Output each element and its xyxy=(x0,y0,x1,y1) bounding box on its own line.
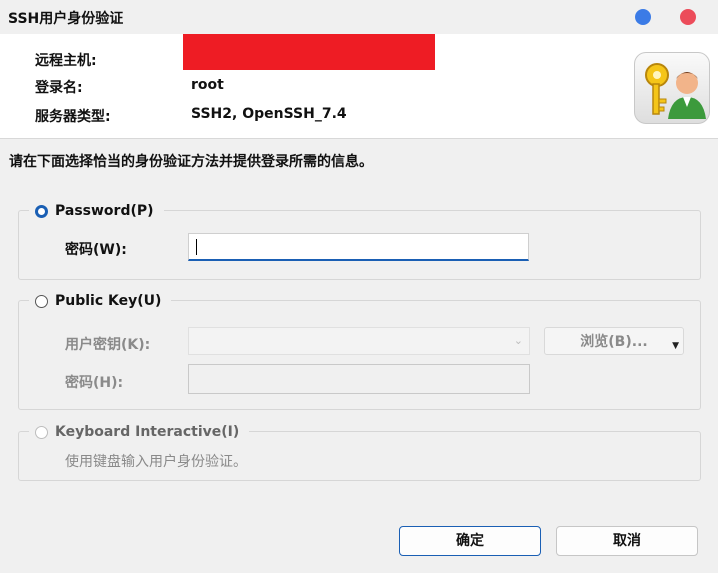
chevron-down-icon: ⌄ xyxy=(513,334,523,347)
browse-button-label: 浏览(B)... xyxy=(580,334,648,350)
password-field-label: 密码(W): xyxy=(65,242,127,258)
minimize-button[interactable] xyxy=(635,9,651,25)
publickey-radio[interactable]: Public Key(U) xyxy=(29,291,172,311)
window-title: SSH用户身份验证 xyxy=(8,11,124,27)
keyboard-interactive-radio[interactable]: Keyboard Interactive(I) xyxy=(29,422,250,442)
remote-host-label: 远程主机: xyxy=(35,53,97,69)
keyboard-interactive-description: 使用键盘输入用户身份验证。 xyxy=(65,454,247,470)
key-user-icon xyxy=(634,52,710,124)
password-radio-label: Password(P) xyxy=(55,203,154,219)
redacted-remote-host xyxy=(183,34,435,70)
radio-checked-icon[interactable] xyxy=(35,204,48,218)
keyboard-interactive-label: Keyboard Interactive(I) xyxy=(55,424,240,440)
radio-disabled-icon[interactable] xyxy=(35,425,48,439)
login-name-label: 登录名: xyxy=(35,80,83,96)
login-name-value: root xyxy=(191,77,224,93)
dropdown-arrow-icon: ▼ xyxy=(672,341,679,351)
publickey-radio-label: Public Key(U) xyxy=(55,293,162,309)
server-type-label: 服务器类型: xyxy=(35,109,111,125)
user-key-label: 用户密钥(K): xyxy=(65,337,151,353)
cancel-button-label: 取消 xyxy=(613,533,641,549)
connection-info-panel: 远程主机: 登录名: root 服务器类型: SSH2, OpenSSH_7.4 xyxy=(0,34,718,139)
ok-button[interactable]: 确定 xyxy=(399,526,541,556)
ssh-auth-dialog: SSH用户身份验证 远程主机: 登录名: root 服务器类型: SSH2, O… xyxy=(0,0,718,573)
user-key-select[interactable]: ⌄ xyxy=(188,327,530,355)
close-button[interactable] xyxy=(680,9,696,25)
server-type-value: SSH2, OpenSSH_7.4 xyxy=(191,106,347,122)
password-input[interactable] xyxy=(188,233,529,261)
passphrase-label: 密码(H): xyxy=(65,375,124,391)
password-radio[interactable]: Password(P) xyxy=(29,201,164,221)
browse-button[interactable]: 浏览(B)... ▼ xyxy=(544,327,684,355)
ok-button-label: 确定 xyxy=(456,533,484,549)
text-caret xyxy=(196,239,197,255)
cancel-button[interactable]: 取消 xyxy=(556,526,698,556)
passphrase-input[interactable] xyxy=(188,364,530,394)
title-bar: SSH用户身份验证 xyxy=(0,0,718,34)
radio-unchecked-icon[interactable] xyxy=(35,294,48,308)
instruction-text: 请在下面选择恰当的身份验证方法并提供登录所需的信息。 xyxy=(9,154,373,170)
